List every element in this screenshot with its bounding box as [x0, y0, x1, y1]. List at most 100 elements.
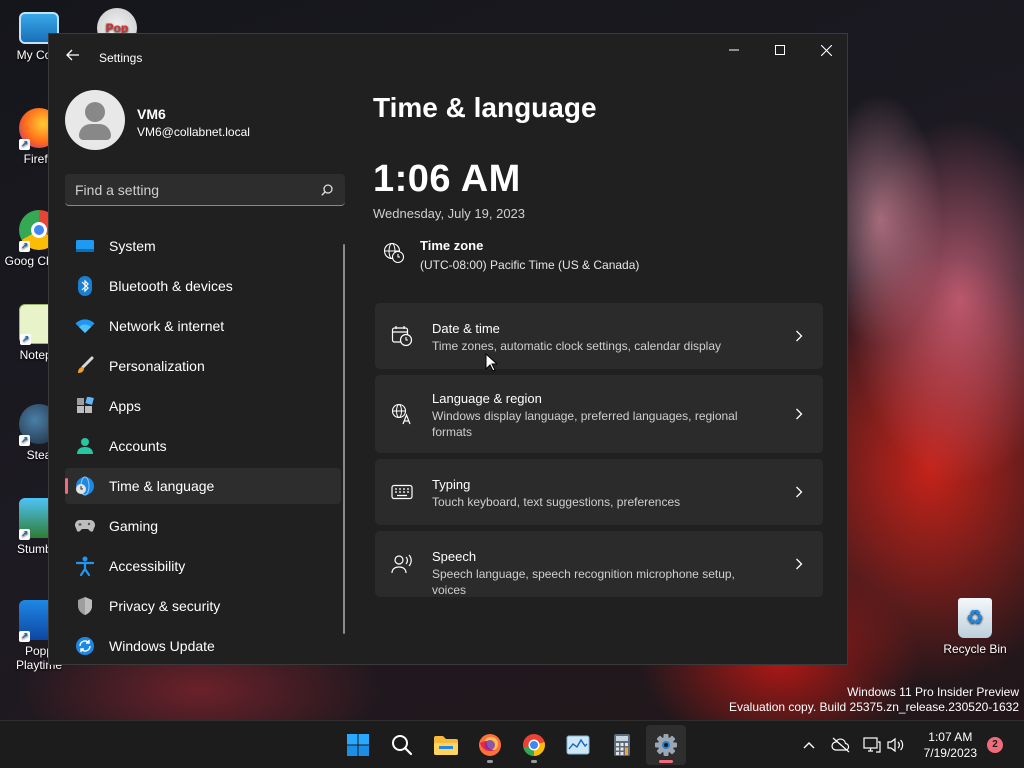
card-subtitle: Touch keyboard, text suggestions, prefer…: [432, 495, 681, 509]
firefox-button[interactable]: [470, 725, 510, 765]
settings-button[interactable]: [646, 725, 686, 765]
search-box[interactable]: [65, 174, 345, 206]
globe-clock-icon: [75, 476, 95, 496]
chrome-icon: [523, 734, 545, 756]
sidebar-item-label: Personalization: [109, 358, 205, 374]
sidebar-item-accounts[interactable]: Accounts: [65, 428, 341, 464]
close-button[interactable]: [803, 34, 847, 66]
card-speech[interactable]: Speech Speech language, speech recogniti…: [375, 531, 823, 597]
chrome-button[interactable]: [514, 725, 554, 765]
sidebar-item-gaming[interactable]: Gaming: [65, 508, 341, 544]
tray-date: 7/19/2023: [923, 746, 977, 760]
sidebar-nav: System Bluetooth & devices Network & int…: [65, 228, 341, 664]
sidebar-item-system[interactable]: System: [65, 228, 341, 264]
chevron-up-icon: [803, 742, 815, 749]
brush-icon: [75, 356, 95, 376]
back-button[interactable]: [63, 48, 83, 68]
chevron-right-icon: [793, 330, 805, 342]
search-icon: [392, 735, 413, 756]
evaluation-watermark: Windows 11 Pro Insider Preview Evaluatio…: [729, 685, 1019, 715]
network-icon: [863, 737, 881, 753]
avatar[interactable]: [65, 90, 125, 150]
recycle-bin-icon: ♻: [958, 598, 992, 638]
sidebar-item-label: Privacy & security: [109, 598, 221, 614]
sidebar-item-accessibility[interactable]: Accessibility: [65, 548, 341, 584]
card-title: Date & time: [432, 321, 500, 336]
sidebar-item-label: System: [109, 238, 156, 254]
windows-logo-icon: [347, 734, 369, 756]
card-typing[interactable]: Typing Touch keyboard, text suggestions,…: [375, 459, 823, 525]
shield-icon: [75, 596, 95, 616]
sidebar-item-apps[interactable]: Apps: [65, 388, 341, 424]
start-button[interactable]: [338, 725, 378, 765]
sidebar-item-personalization[interactable]: Personalization: [65, 348, 341, 384]
calculator-button[interactable]: [602, 725, 642, 765]
sidebar-item-label: Time & language: [109, 478, 215, 494]
wifi-icon: [75, 316, 95, 336]
file-explorer-button[interactable]: [426, 725, 466, 765]
time-zone-info: Time zone (UTC-08:00) Pacific Time (US &…: [375, 236, 815, 276]
watermark-line-2: Evaluation copy. Build 25375.zn_release.…: [729, 700, 1019, 714]
avatar-head: [85, 102, 105, 122]
desktop-icon-label: Recycle Bin: [943, 642, 1007, 656]
user-name: VM6: [137, 106, 166, 122]
apps-icon: [75, 396, 95, 416]
minimize-icon: [729, 49, 739, 51]
gear-icon: [655, 734, 677, 756]
search-input[interactable]: [75, 174, 315, 206]
system-icon: [75, 236, 95, 256]
task-manager-button[interactable]: [558, 725, 598, 765]
search-icon[interactable]: [321, 184, 333, 196]
sidebar-item-label: Bluetooth & devices: [109, 278, 233, 294]
card-subtitle: Windows display language, preferred lang…: [432, 409, 738, 439]
card-title: Speech: [432, 549, 477, 564]
sidebar-item-network[interactable]: Network & internet: [65, 308, 341, 344]
show-hidden-icons-button[interactable]: [799, 735, 819, 755]
card-subtitle: Speech language, speech recognition micr…: [432, 567, 735, 597]
cloud-off-icon: [831, 737, 850, 753]
card-subtitle: Time zones, automatic clock settings, ca…: [432, 339, 722, 353]
activity-monitor-icon: [566, 735, 590, 755]
onedrive-button[interactable]: [831, 735, 851, 755]
chevron-right-icon: [793, 486, 805, 498]
current-date: Wednesday, July 19, 2023: [373, 206, 526, 221]
maximize-button[interactable]: [757, 34, 803, 66]
close-icon: [820, 44, 832, 56]
sidebar-item-time-language[interactable]: Time & language: [65, 468, 341, 504]
settings-window: Settings VM6 VM6@collabnet.local System …: [48, 33, 848, 665]
speech-icon: [391, 553, 413, 575]
card-title: Language & region: [432, 391, 542, 406]
notification-badge[interactable]: 2: [987, 737, 1003, 753]
page-title: Time & language: [373, 92, 597, 123]
time-zone-value: (UTC-08:00) Pacific Time (US & Canada): [420, 258, 640, 272]
folder-icon: [434, 736, 458, 755]
language-icon: [391, 403, 413, 425]
card-language-region[interactable]: Language & region Windows display langua…: [375, 375, 823, 453]
volume-button[interactable]: [886, 735, 906, 755]
gamepad-icon: [75, 516, 95, 536]
sidebar-item-label: Gaming: [109, 518, 159, 534]
firefox-icon: [479, 734, 501, 756]
bluetooth-icon: [75, 276, 95, 296]
title-bar[interactable]: Settings: [49, 34, 847, 82]
system-clock[interactable]: 1:07 AM 7/19/2023: [924, 729, 977, 761]
sidebar-item-privacy[interactable]: Privacy & security: [65, 588, 341, 624]
sidebar-item-windows-update[interactable]: Windows Update: [65, 628, 341, 664]
network-button[interactable]: [862, 735, 882, 755]
calculator-icon: [614, 734, 630, 756]
app-title: Settings: [99, 51, 143, 65]
chevron-right-icon: [793, 408, 805, 420]
card-date-time[interactable]: Date & time Time zones, automatic clock …: [375, 303, 823, 369]
desktop-icon-recycle-bin[interactable]: ♻ Recycle Bin: [940, 598, 1010, 656]
watermark-line-1: Windows 11 Pro Insider Preview: [847, 685, 1019, 699]
person-icon: [75, 436, 95, 456]
sidebar-scrollbar[interactable]: [343, 244, 345, 634]
search-button[interactable]: [382, 725, 422, 765]
sidebar-item-bluetooth[interactable]: Bluetooth & devices: [65, 268, 341, 304]
sidebar-item-label: Apps: [109, 398, 141, 414]
speaker-icon: [887, 737, 904, 753]
card-title: Typing: [432, 477, 471, 492]
minimize-button[interactable]: [711, 34, 757, 66]
time-zone-title: Time zone: [420, 238, 484, 253]
running-indicator: [659, 760, 673, 763]
